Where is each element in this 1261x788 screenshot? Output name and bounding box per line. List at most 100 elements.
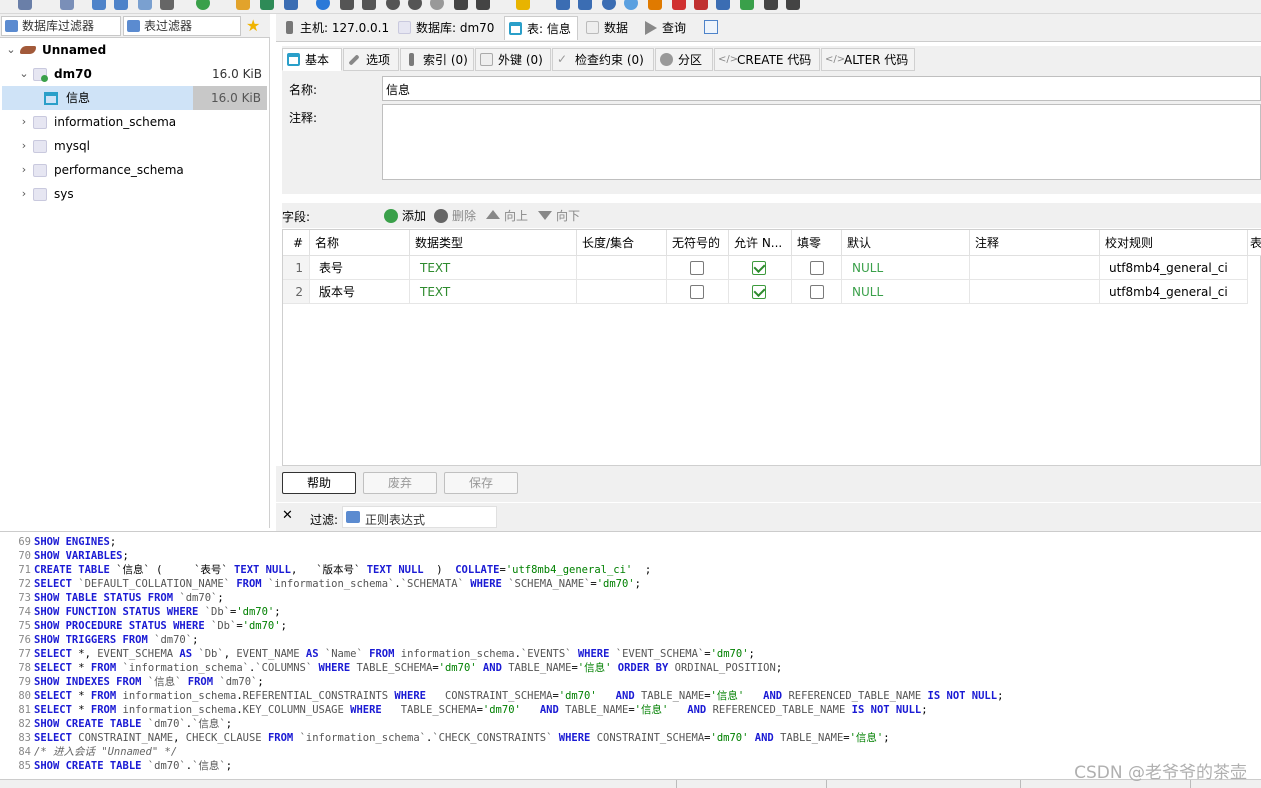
tree-item-mysql[interactable]: › mysql <box>0 134 268 158</box>
allow-null-checkbox[interactable] <box>752 261 766 275</box>
remove-record-icon[interactable] <box>408 0 422 10</box>
tree-item-dm70[interactable]: ⌄ dm70 16.0 KiB <box>0 62 268 86</box>
sql-log[interactable]: 69 SHOW ENGINES; 70 SHOW VARIABLES; 71 CREATE… <box>0 531 1261 779</box>
allow-null-checkbox[interactable] <box>752 285 766 299</box>
move-up-button[interactable]: 向上 <box>484 207 528 225</box>
tab-create-code[interactable]: </> CREATE 代码 <box>714 48 820 71</box>
chevron-right-icon[interactable]: › <box>18 158 30 182</box>
tab-options[interactable]: 选项 <box>343 48 399 71</box>
post-record-icon[interactable] <box>430 0 444 10</box>
zerofill-checkbox[interactable] <box>810 261 824 275</box>
filter-input[interactable]: 正则表达式 <box>342 506 497 528</box>
grid-header-unsigned[interactable]: 无符号的 <box>667 230 729 256</box>
grid-header-name[interactable]: 名称 <box>310 230 410 256</box>
copy-icon[interactable] <box>92 0 106 10</box>
grid-header-comment[interactable]: 注释 <box>970 230 1100 256</box>
table-row-default[interactable]: NULL <box>842 256 970 280</box>
add-record-icon[interactable] <box>386 0 400 10</box>
user-manager-icon[interactable] <box>236 0 250 10</box>
grid-header-collation[interactable]: 校对规则 <box>1100 230 1248 256</box>
grid-header-num[interactable]: # <box>283 230 310 256</box>
tab-database[interactable]: 数据库: dm70 <box>394 16 494 40</box>
chevron-right-icon[interactable]: › <box>18 134 30 158</box>
tab-check-constraints[interactable]: ✓ 检查约束 (0) <box>552 48 654 71</box>
new-query-tab-icon[interactable] <box>704 20 718 34</box>
table-row-comment[interactable] <box>970 256 1100 280</box>
cancel-icon[interactable] <box>454 0 468 10</box>
delete-field-button[interactable]: 删除 <box>432 207 476 225</box>
stop-icon[interactable] <box>672 0 686 10</box>
favorite-star-icon[interactable]: ★ <box>246 16 260 35</box>
save-icon[interactable] <box>556 0 570 10</box>
table-comment-textarea[interactable] <box>382 104 1261 180</box>
close-filter-icon[interactable]: ✕ <box>282 508 293 523</box>
table-row-allow-null[interactable] <box>729 280 792 304</box>
table-name-input[interactable]: 信息 <box>382 76 1261 101</box>
run-icon[interactable] <box>476 0 490 10</box>
export-icon[interactable] <box>260 0 274 10</box>
table-row-unsigned[interactable] <box>667 256 729 280</box>
folder-icon[interactable] <box>516 0 530 10</box>
tree-item-session[interactable]: ⌄ Unnamed <box>0 38 268 62</box>
prev-record-icon[interactable] <box>362 0 376 10</box>
discard-button[interactable]: 废弃 <box>363 472 437 494</box>
table-row-zerofill[interactable] <box>792 256 842 280</box>
tab-host[interactable]: 主机: 127.0.0.1 <box>278 16 389 40</box>
table-row-type[interactable]: TEXT <box>410 280 577 304</box>
db-filter-tab[interactable]: 数据库过滤器 <box>1 16 121 36</box>
disconnect-icon[interactable] <box>60 0 74 10</box>
plug-icon[interactable] <box>18 0 32 10</box>
save-as-icon[interactable] <box>578 0 592 10</box>
tree-item-sys[interactable]: › sys <box>0 182 268 206</box>
wrap-icon[interactable] <box>716 0 730 10</box>
comment-icon[interactable] <box>764 0 778 10</box>
tree-item-table-info[interactable]: 信息 16.0 KiB <box>2 86 267 110</box>
add-field-button[interactable]: 添加 <box>382 207 426 225</box>
tab-table[interactable]: 表: 信息 <box>504 16 578 40</box>
grid-icon[interactable] <box>284 0 298 10</box>
close-tab-icon[interactable] <box>786 0 800 10</box>
table-row-collation[interactable]: utf8mb4_general_ci <box>1100 280 1248 304</box>
tab-indexes[interactable]: 索引 (0) <box>400 48 474 71</box>
tab-data[interactable]: 数据 <box>582 16 628 40</box>
grid-header-allow-null[interactable]: 允许 N... <box>729 230 792 256</box>
help-icon[interactable] <box>316 0 330 10</box>
table-row-name[interactable]: 版本号 <box>310 280 410 304</box>
format-icon[interactable] <box>740 0 754 10</box>
tab-foreign-keys[interactable]: 外键 (0) <box>475 48 551 71</box>
tree-item-performance-schema[interactable]: › performance_schema <box>0 158 268 182</box>
tab-basic[interactable]: 基本 <box>282 48 342 71</box>
save-button[interactable]: 保存 <box>444 472 518 494</box>
table-row-allow-null[interactable] <box>729 256 792 280</box>
help-button[interactable]: 帮助 <box>282 472 356 494</box>
grid-header-zerofill[interactable]: 填零 <box>792 230 842 256</box>
binary-icon[interactable] <box>694 0 708 10</box>
chevron-right-icon[interactable]: › <box>18 182 30 206</box>
table-row-type[interactable]: TEXT <box>410 256 577 280</box>
chevron-down-icon[interactable]: ⌄ <box>18 62 30 86</box>
move-down-button[interactable]: 向下 <box>536 207 580 225</box>
grid-header-table[interactable]: 表 <box>1248 230 1261 256</box>
tab-query[interactable]: 查询 <box>640 16 686 40</box>
table-filter-tab[interactable]: 表过滤器 <box>123 16 241 36</box>
grid-header-type[interactable]: 数据类型 <box>410 230 577 256</box>
table-row-comment[interactable] <box>970 280 1100 304</box>
unsigned-checkbox[interactable] <box>690 261 704 275</box>
table-row-default[interactable]: NULL <box>842 280 970 304</box>
table-row-unsigned[interactable] <box>667 280 729 304</box>
undo-icon[interactable] <box>138 0 152 10</box>
refresh-icon[interactable] <box>196 0 210 10</box>
zerofill-checkbox[interactable] <box>810 285 824 299</box>
find-next-icon[interactable] <box>624 0 638 10</box>
table-row-length[interactable] <box>577 280 667 304</box>
unsigned-checkbox[interactable] <box>690 285 704 299</box>
table-row-name[interactable]: 表号 <box>310 256 410 280</box>
first-record-icon[interactable] <box>340 0 354 10</box>
chevron-down-icon[interactable]: ⌄ <box>5 38 17 62</box>
grid-header-default[interactable]: 默认 <box>842 230 970 256</box>
table-row-length[interactable] <box>577 256 667 280</box>
eraser-icon[interactable] <box>648 0 662 10</box>
table-row-zerofill[interactable] <box>792 280 842 304</box>
find-icon[interactable] <box>602 0 616 10</box>
print-icon[interactable] <box>160 0 174 10</box>
